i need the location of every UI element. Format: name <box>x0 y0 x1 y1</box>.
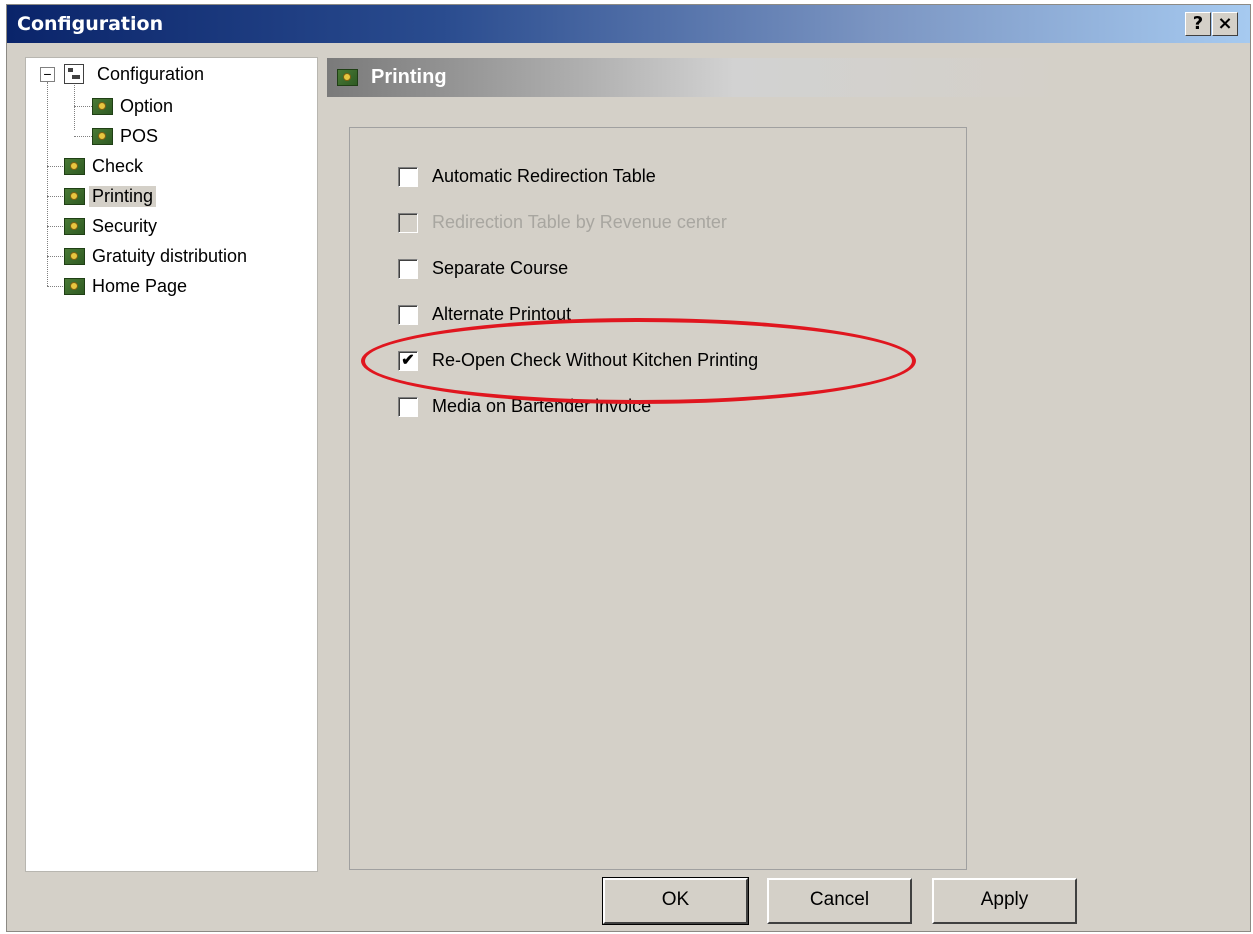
tree-item-configuration[interactable]: Configuration <box>64 61 207 87</box>
tree-item-gratuity-distribution[interactable]: Gratuity distribution <box>64 243 250 269</box>
tree-item-label: Option <box>120 95 174 116</box>
tree-connector <box>74 136 92 137</box>
tree-item-security[interactable]: Security <box>64 213 160 239</box>
config-tree-icon <box>64 64 84 84</box>
tree-item-check[interactable]: Check <box>64 153 146 179</box>
tree-item-label: Security <box>92 215 158 236</box>
navigation-tree: − Configuration Option POS Check Printin… <box>25 57 318 872</box>
tree-connector <box>74 106 92 107</box>
tree-item-label: Printing <box>89 185 157 207</box>
checkbox[interactable] <box>398 396 418 417</box>
tree-item-label: Configuration <box>97 63 205 84</box>
configuration-dialog: Configuration ? × − Configuration Option… <box>6 4 1251 932</box>
gear-folder-icon <box>92 97 113 115</box>
help-button[interactable]: ? <box>1185 12 1211 36</box>
tree-item-label: Gratuity distribution <box>92 245 248 266</box>
tree-item-option[interactable]: Option <box>92 93 176 119</box>
collapse-expander[interactable]: − <box>40 67 55 82</box>
gear-folder-icon <box>337 69 358 86</box>
highlight-ellipse <box>361 318 916 404</box>
gear-folder-icon <box>92 127 113 145</box>
tree-item-printing[interactable]: Printing <box>64 183 157 209</box>
checkbox[interactable] <box>398 166 418 187</box>
checkbox <box>398 212 418 233</box>
tree-connector <box>47 256 65 257</box>
checkbox[interactable] <box>398 304 418 325</box>
printing-options-group: Automatic Redirection Table Redirection … <box>349 127 967 870</box>
close-button[interactable]: × <box>1212 12 1238 36</box>
panel-title: Printing <box>371 66 447 88</box>
panel-header: Printing <box>327 58 1067 97</box>
gear-folder-icon <box>64 217 85 235</box>
tree-item-pos[interactable]: POS <box>92 123 161 149</box>
tree-connector <box>47 226 65 227</box>
gear-folder-icon <box>64 277 85 295</box>
tree-connector <box>47 196 65 197</box>
option-automatic-redirection-table[interactable]: Automatic Redirection Table <box>398 166 656 187</box>
option-redirection-table-by-revenue-center: Redirection Table by Revenue center <box>398 212 727 233</box>
tree-item-label: Check <box>92 155 144 176</box>
checkbox[interactable] <box>398 258 418 279</box>
option-separate-course[interactable]: Separate Course <box>398 258 568 279</box>
title-bar: Configuration ? × <box>7 5 1250 43</box>
apply-button[interactable]: Apply <box>932 878 1077 924</box>
tree-connector <box>47 166 65 167</box>
gear-folder-icon <box>64 187 85 205</box>
tree-item-label: Home Page <box>92 275 188 296</box>
window-title: Configuration <box>17 13 164 35</box>
option-label: Redirection Table by Revenue center <box>432 212 727 232</box>
tree-connector <box>47 286 65 287</box>
tree-item-home-page[interactable]: Home Page <box>64 273 190 299</box>
ok-button[interactable]: OK <box>602 877 749 925</box>
option-label: Automatic Redirection Table <box>432 166 656 186</box>
option-label: Separate Course <box>432 258 569 278</box>
gear-folder-icon <box>64 247 85 265</box>
cancel-button[interactable]: Cancel <box>767 878 912 924</box>
gear-folder-icon <box>64 157 85 175</box>
tree-item-label: POS <box>120 125 159 146</box>
